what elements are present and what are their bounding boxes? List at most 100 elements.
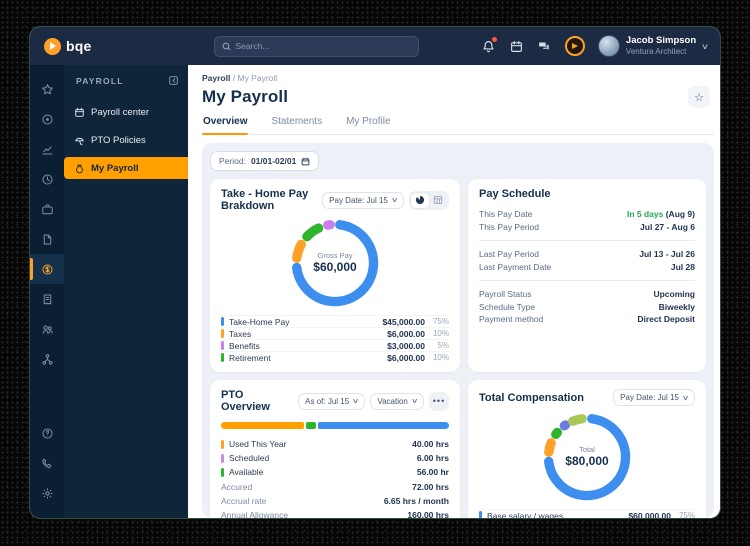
rail-organization-icon[interactable] bbox=[30, 344, 64, 374]
legend-tick bbox=[221, 454, 224, 463]
legend-tick bbox=[221, 329, 224, 338]
legend-tick bbox=[221, 341, 224, 350]
more-icon: ••• bbox=[433, 396, 445, 406]
dashboard-canvas: Period: 01/01-02/01 Take - Home Pay Brakd… bbox=[202, 143, 714, 518]
rail-favorites-star-icon[interactable] bbox=[30, 74, 64, 104]
sidebar-item-label: Payroll center bbox=[91, 107, 149, 118]
table-view-button[interactable] bbox=[429, 193, 447, 208]
legend-row: Benefits$3,000.005% bbox=[221, 339, 449, 351]
user-name: Jacob Simpson bbox=[626, 36, 696, 47]
schedule-row: This Pay DateIn 5 days (Aug 9) bbox=[479, 208, 695, 221]
legend-row: Retirement$6,000.0010% bbox=[221, 351, 449, 363]
pay-date-dropdown[interactable]: Pay Date: Jul 15∨ bbox=[613, 389, 695, 406]
pto-type-dropdown[interactable]: Vacation∨ bbox=[370, 393, 424, 410]
my-payroll-icon bbox=[74, 163, 85, 174]
chevron-down-icon: ∨ bbox=[701, 42, 709, 51]
payroll-panel: PAYROLL Payroll center PTO Policies My P… bbox=[64, 65, 188, 518]
card-pay-schedule: Pay Schedule This Pay DateIn 5 days (Aug… bbox=[468, 179, 706, 372]
period-value: 01/01-02/01 bbox=[251, 156, 296, 166]
panel-collapse-icon[interactable] bbox=[168, 75, 179, 86]
pay-date-dropdown[interactable]: Pay Date: Jul 15∨ bbox=[322, 192, 404, 209]
more-options-button[interactable]: ••• bbox=[429, 392, 449, 411]
donut-center-value: $60,000 bbox=[313, 260, 356, 275]
divider bbox=[479, 280, 695, 281]
user-org: Ventura Architect bbox=[626, 47, 696, 56]
rail-reports-icon[interactable] bbox=[30, 134, 64, 164]
search-input[interactable] bbox=[236, 41, 411, 51]
content: Payroll / My Payroll My Payroll ☆ Overvi… bbox=[188, 65, 720, 518]
legend-row: Take-Home Pay$45,000.0075% bbox=[221, 315, 449, 327]
rail-time-icon[interactable] bbox=[30, 164, 64, 194]
pto-row: Used This Year40.00 hrs bbox=[221, 437, 449, 451]
panel-title: PAYROLL bbox=[76, 76, 124, 86]
due-in-badge: In 5 days bbox=[627, 209, 663, 219]
assistant-play-button[interactable] bbox=[565, 36, 585, 56]
pto-row: Available56.00 hr bbox=[221, 465, 449, 479]
messages-icon[interactable] bbox=[537, 39, 552, 54]
breadcrumb-root[interactable]: Payroll bbox=[202, 73, 230, 83]
card-title: Total Compensation bbox=[479, 392, 584, 404]
schedule-row: Schedule TypeBiweekly bbox=[479, 301, 695, 314]
tab-statements[interactable]: Statements bbox=[270, 116, 323, 134]
rail-support-phone-icon[interactable] bbox=[30, 448, 64, 478]
rail-documents-icon[interactable] bbox=[30, 224, 64, 254]
tab-overview[interactable]: Overview bbox=[202, 116, 248, 134]
as-of-dropdown[interactable]: As of: Jul 15∨ bbox=[298, 393, 365, 410]
pie-chart-icon bbox=[415, 195, 425, 205]
chevron-down-icon: ∨ bbox=[682, 394, 690, 402]
rail-dashboard-icon[interactable] bbox=[30, 104, 64, 134]
user-menu[interactable]: Jacob Simpson Ventura Architect ∨ bbox=[598, 35, 708, 57]
pie-view-button[interactable] bbox=[411, 193, 429, 208]
table-icon bbox=[433, 195, 443, 205]
sidebar-item-label: PTO Policies bbox=[91, 135, 146, 146]
legend-tick bbox=[221, 440, 224, 449]
bqe-logo[interactable]: bqe bbox=[44, 38, 92, 55]
tab-my-profile[interactable]: My Profile bbox=[345, 116, 391, 134]
pto-row: Scheduled6.00 hrs bbox=[221, 451, 449, 465]
notification-dot bbox=[492, 37, 497, 42]
total-compensation-donut-chart: Total $80,000 bbox=[540, 410, 634, 504]
pto-row: Annual Allowance160.00 hrs bbox=[221, 508, 449, 518]
bqe-logo-icon bbox=[44, 38, 61, 55]
schedule-row: This Pay PeriodJul 27 - Aug 6 bbox=[479, 221, 695, 234]
breadcrumb-current: My Payroll bbox=[237, 73, 277, 83]
rail-projects-briefcase-icon[interactable] bbox=[30, 194, 64, 224]
legend-tick bbox=[221, 468, 224, 477]
global-search[interactable] bbox=[214, 36, 419, 57]
schedule-row: Last Payment DateJul 28 bbox=[479, 261, 695, 274]
donut-center-label: Total bbox=[579, 445, 595, 454]
pto-progress-bar bbox=[221, 422, 449, 429]
search-icon bbox=[222, 42, 231, 51]
donut-center-label: Gross Pay bbox=[317, 251, 352, 260]
sidebar-item-my-payroll[interactable]: My Payroll bbox=[64, 157, 188, 179]
notifications-bell-icon[interactable] bbox=[481, 39, 496, 54]
card-take-home-pay: Take - Home Pay Brakdown Pay Date: Jul 1… bbox=[210, 179, 460, 372]
favorite-star-button[interactable]: ☆ bbox=[688, 86, 710, 108]
pto-row: Accrual rate6.65 hrs / month bbox=[221, 494, 449, 508]
calendar-icon[interactable] bbox=[509, 39, 524, 54]
legend-row: Base salary / wages$60,000.0075% bbox=[479, 509, 695, 518]
card-total-compensation: Total Compensation Pay Date: Jul 15∨ Tot… bbox=[468, 380, 706, 518]
rail-settings-gear-icon[interactable] bbox=[30, 478, 64, 508]
bar-segment-available bbox=[318, 422, 449, 429]
rail-payroll-icon[interactable] bbox=[30, 254, 64, 284]
legend-tick bbox=[221, 317, 224, 326]
period-prefix: Period: bbox=[219, 156, 246, 166]
sidebar-item-payroll-center[interactable]: Payroll center bbox=[64, 101, 188, 123]
pto-row: Accured72.00 hrs bbox=[221, 480, 449, 494]
legend-row: Taxes$6,000.0010% bbox=[221, 327, 449, 339]
card-title: Take - Home Pay Brakdown bbox=[221, 188, 318, 212]
period-filter[interactable]: Period: 01/01-02/01 bbox=[210, 151, 319, 171]
topbar-actions: Jacob Simpson Ventura Architect ∨ bbox=[481, 35, 708, 57]
view-toggle bbox=[409, 191, 449, 210]
sidebar-item-pto-policies[interactable]: PTO Policies bbox=[64, 129, 188, 151]
breadcrumb-separator: / bbox=[233, 73, 235, 83]
rail-people-icon[interactable] bbox=[30, 314, 64, 344]
chevron-down-icon: ∨ bbox=[352, 397, 360, 405]
rail-help-icon[interactable] bbox=[30, 418, 64, 448]
bar-segment-scheduled bbox=[306, 422, 316, 429]
icon-rail bbox=[30, 65, 64, 518]
calendar-icon bbox=[301, 157, 310, 166]
rail-invoices-receipt-icon[interactable] bbox=[30, 284, 64, 314]
schedule-row: Payment methodDirect Deposit bbox=[479, 313, 695, 326]
